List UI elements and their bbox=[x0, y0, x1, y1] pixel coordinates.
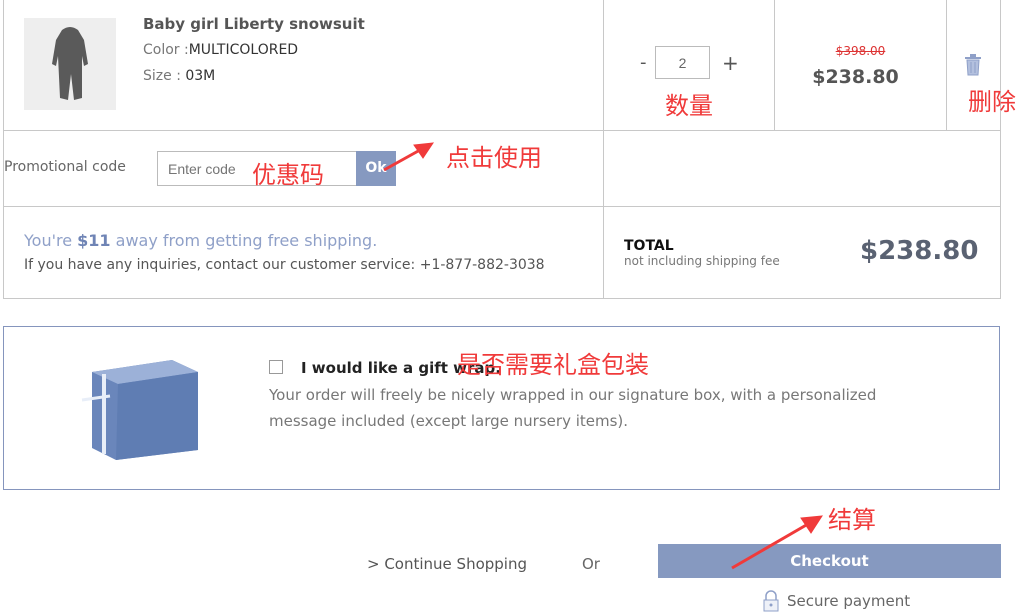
arrow-icon bbox=[383, 142, 823, 570]
annotation-arrows bbox=[383, 142, 823, 570]
